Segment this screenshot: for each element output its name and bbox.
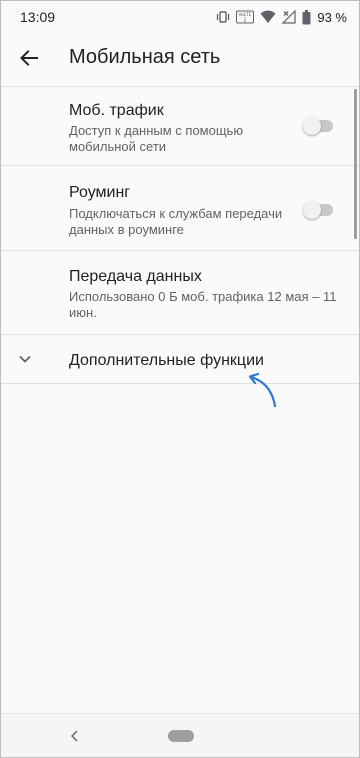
advanced-settings-row[interactable]: Дополнительные функции (1, 335, 359, 383)
pref-mobile-data-summary: Доступ к данным с помощью мобильной сети (69, 123, 244, 154)
pref-mobile-data-title: Моб. трафик (69, 102, 164, 119)
advanced-settings-label: Дополнительные функции (69, 352, 264, 369)
annotation-arrow-icon (248, 372, 277, 408)
page-title: Мобильная сеть (69, 46, 221, 68)
app-bar: Мобильная сеть (1, 32, 359, 86)
nav-back-icon[interactable] (67, 727, 83, 745)
roaming-switch[interactable] (303, 201, 335, 219)
status-icons: VoLTE 2 93 % (216, 8, 347, 26)
signal-no-service-icon (282, 10, 296, 24)
status-time: 13:09 (20, 9, 56, 25)
switch-thumb (303, 201, 321, 219)
mobile-data-switch[interactable] (303, 117, 335, 135)
battery-icon (302, 9, 311, 25)
scrollbar[interactable] (354, 89, 357, 239)
volte-icon: VoLTE 2 (236, 10, 255, 24)
screen: 13:09 VoLTE 2 93 % Мобильная сеть Моб. т… (0, 0, 360, 758)
pref-data-usage-summary: Использовано 0 Б моб. трафика 12 мая – 1… (69, 289, 337, 320)
pref-data-usage[interactable]: Передача данных Использовано 0 Б моб. тр… (1, 251, 351, 335)
pref-roaming-summary: Подключаться к службам передачи данных в… (69, 206, 283, 237)
wifi-icon (260, 10, 276, 24)
chevron-down-icon (19, 355, 31, 363)
pref-mobile-data[interactable]: Моб. трафик Доступ к данным с помощью мо… (1, 87, 351, 165)
divider (1, 383, 359, 384)
switch-thumb (303, 117, 321, 135)
pref-data-usage-title: Передача данных (69, 268, 202, 285)
arrow-back-icon (20, 50, 38, 66)
pref-roaming[interactable]: Роуминг Подключаться к службам передачи … (1, 166, 351, 250)
nav-home-button[interactable] (168, 730, 194, 742)
vibrate-icon (216, 10, 230, 24)
pref-roaming-title: Роуминг (69, 184, 131, 201)
back-button[interactable] (13, 42, 45, 74)
navigation-bar (1, 713, 359, 757)
status-bar: 13:09 VoLTE 2 93 % (1, 1, 359, 32)
battery-percent: 93 % (317, 9, 347, 25)
svg-text:2: 2 (244, 18, 247, 24)
